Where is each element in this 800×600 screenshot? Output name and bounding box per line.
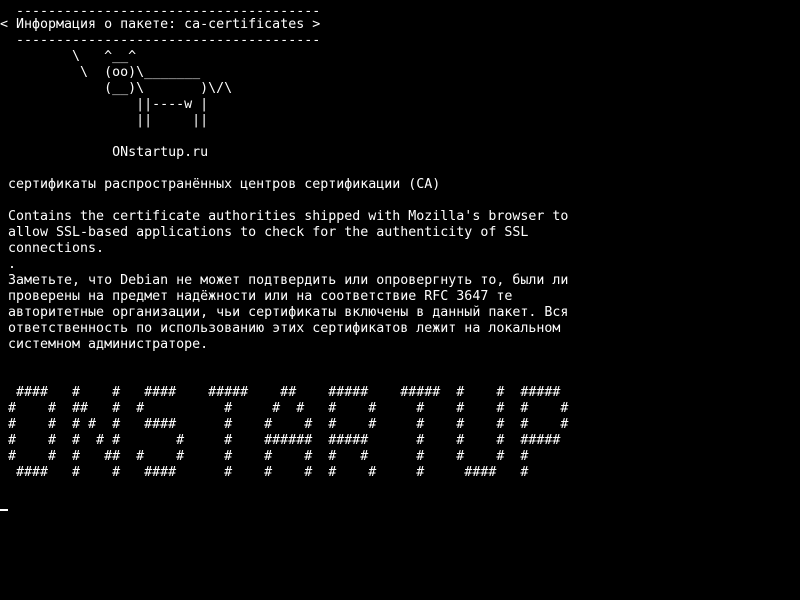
cow-art-line: (__)\ )\/\ <box>8 81 233 96</box>
description-line: connections. <box>8 241 105 256</box>
speech-bubble-text: < Информация о пакете: ca-certificates > <box>0 17 321 32</box>
cow-art-line: || || <box>8 113 209 128</box>
banner-art-line: # # # ## # # # # # # # # # # # <box>8 449 529 464</box>
cow-art-line: \ (oo)\_______ <box>8 65 201 80</box>
cow-art-line: \ ^__^ <box>8 49 137 64</box>
description-line: Contains the certificate authorities shi… <box>8 209 569 224</box>
description-line: allow SSL-based applications to check fo… <box>8 225 529 240</box>
banner-art-line: #### # # #### # # # # # # #### # <box>8 465 529 480</box>
notice-line: ответственность по использованию этих се… <box>8 321 561 336</box>
banner-art-line: # # # # # # # ###### ##### # # # ##### <box>8 433 561 448</box>
description-line: . <box>8 257 17 272</box>
banner-art-line: #### # # #### ##### ## ##### ##### # # #… <box>8 385 561 400</box>
speech-bubble-bottom-border: -------------------------------------- <box>8 33 321 48</box>
notice-line: проверены на предмет надёжности или на с… <box>8 289 513 304</box>
site-label: ONstartup.ru <box>8 145 209 160</box>
text-cursor <box>0 509 8 511</box>
banner-art-line: # # ## # # # # # # # # # # # # <box>8 401 569 416</box>
terminal-console[interactable]: -------------------------------------- <… <box>0 0 800 600</box>
banner-art-line: # # # # # #### # # # # # # # # # # <box>8 417 569 432</box>
cow-art-line: ||----w | <box>8 97 209 112</box>
package-summary: сертификаты распространённых центров сер… <box>8 177 441 192</box>
notice-line: Заметьте, что Debian не может подтвердит… <box>8 273 569 288</box>
notice-line: системном администраторе. <box>8 337 209 352</box>
notice-line: авторитетные организации, чьи сертификат… <box>8 305 569 320</box>
